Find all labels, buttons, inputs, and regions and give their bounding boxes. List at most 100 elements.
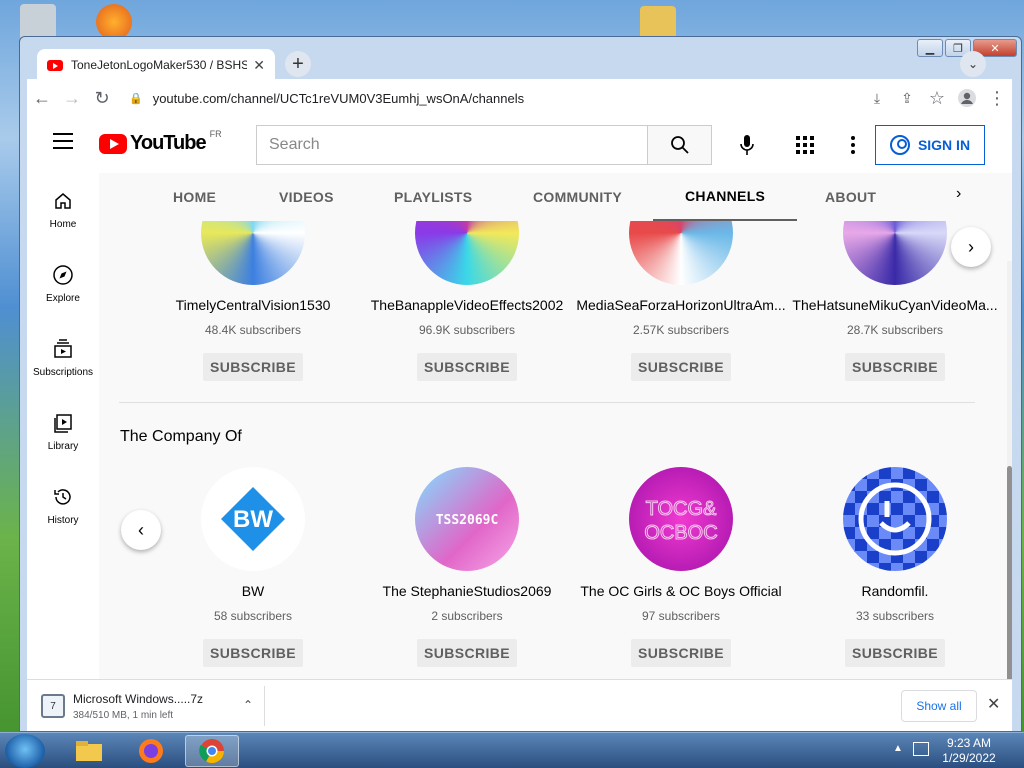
new-tab-button[interactable]: + xyxy=(285,51,311,77)
channel-name[interactable]: The OC Girls & OC Boys Official xyxy=(574,583,788,599)
shelf-title[interactable]: The Company Of xyxy=(120,428,242,446)
recycle-bin-icon[interactable] xyxy=(20,4,56,40)
address-bar[interactable]: 🔒 youtube.com/channel/UCTc1reVUM0V3Eumhj… xyxy=(125,83,854,113)
channel-avatar[interactable]: BW xyxy=(201,467,305,571)
explorer-taskbar-icon[interactable] xyxy=(62,735,116,767)
scrollbar-thumb[interactable] xyxy=(1007,466,1012,679)
clock-time: 9:23 AM xyxy=(946,736,992,750)
chrome-taskbar-icon[interactable] xyxy=(185,735,239,767)
start-button[interactable] xyxy=(5,734,45,768)
channel-subscribers: 48.4K subscribers xyxy=(204,323,302,337)
youtube-logo-icon xyxy=(99,133,127,154)
channel-name[interactable]: BW xyxy=(146,583,360,599)
channel-avatar[interactable] xyxy=(629,221,733,285)
firefox-desktop-icon[interactable] xyxy=(96,4,132,40)
subscribe-button[interactable]: SUBSCRIBE xyxy=(630,353,732,381)
channel-avatar[interactable]: TOCG& OCBOC xyxy=(629,467,733,571)
subscribe-button[interactable]: SUBSCRIBE xyxy=(844,639,946,667)
svg-text:TSS2069C: TSS2069C xyxy=(436,513,499,528)
subscribe-button[interactable]: SUBSCRIBE xyxy=(844,353,946,381)
firefox-taskbar-icon[interactable] xyxy=(124,735,178,767)
browser-window: ▁ ❐ ✕ ToneJetonLogoMaker530 / BSHS ✕ + ⌄… xyxy=(19,36,1022,732)
shelf-next-button[interactable]: › xyxy=(951,227,991,267)
channel-avatar[interactable] xyxy=(415,221,519,285)
tab-home[interactable]: HOME xyxy=(173,173,216,221)
tab-strip: ToneJetonLogoMaker530 / BSHS ✕ + ⌄ xyxy=(27,45,1012,81)
chevron-up-icon[interactable]: ⌃ xyxy=(243,698,253,712)
channel-avatar[interactable] xyxy=(843,221,947,285)
channel-card: MediaSeaForzaHorizonUltraAm... 2.57K sub… xyxy=(574,221,788,381)
sidebar-item-label: Subscriptions xyxy=(32,367,94,378)
browser-menu-icon[interactable]: ⋮ xyxy=(982,83,1012,113)
sidebar-item-explore[interactable]: Explore xyxy=(27,247,99,321)
sidebar-item-history[interactable]: History xyxy=(27,469,99,543)
subscribe-button[interactable]: SUBSCRIBE xyxy=(630,639,732,667)
reload-icon[interactable]: ↻ xyxy=(87,83,117,113)
subscribe-button[interactable]: SUBSCRIBE xyxy=(416,353,518,381)
subscribe-button[interactable]: SUBSCRIBE xyxy=(202,353,304,381)
voice-search-button[interactable] xyxy=(727,125,767,165)
tab-playlists[interactable]: PLAYLISTS xyxy=(394,173,472,221)
channel-card: TOCG& OCBOC The OC Girls & OC Boys Offici… xyxy=(574,467,788,667)
youtube-logo[interactable]: YouTube FR xyxy=(99,129,222,155)
tab-about[interactable]: ABOUT xyxy=(825,173,876,221)
microphone-icon xyxy=(740,135,754,155)
channel-name[interactable]: The StephanieStudios2069 xyxy=(360,583,574,599)
bookmark-star-icon[interactable]: ☆ xyxy=(922,83,952,113)
show-all-button[interactable]: Show all xyxy=(901,690,977,722)
share-icon[interactable]: ⇪ xyxy=(892,83,922,113)
svg-text:BW: BW xyxy=(233,506,273,533)
taskbar: ▲ 9:23 AM 1/29/2022 xyxy=(0,732,1024,768)
channel-name[interactable]: MediaSeaForzaHorizonUltraAm... xyxy=(574,297,788,313)
channel-avatar[interactable] xyxy=(843,467,947,571)
channel-name[interactable]: TimelyCentralVision1530 xyxy=(146,297,360,313)
tab-close-icon[interactable]: ✕ xyxy=(253,57,265,74)
download-item[interactable]: 7 Microsoft Windows.....7z 384/510 MB, 1… xyxy=(37,686,265,726)
search-button[interactable] xyxy=(648,125,712,165)
tab-channels[interactable]: CHANNELS xyxy=(653,173,798,221)
sign-in-button[interactable]: SIGN IN xyxy=(875,125,985,165)
search-input[interactable]: Search xyxy=(256,125,648,165)
channel-tabs: HOME VIDEOS PLAYLISTS COMMUNITY CHANNELS… xyxy=(99,173,1012,221)
network-icon[interactable] xyxy=(913,742,929,756)
tab-search-button[interactable]: ⌄ xyxy=(960,51,986,77)
lock-icon[interactable]: 🔒 xyxy=(129,92,143,105)
channel-subscribers: 96.9K subscribers xyxy=(418,323,516,337)
apps-grid-icon[interactable] xyxy=(787,127,823,163)
sidebar-item-label: Home xyxy=(49,219,77,230)
sidebar-item-label: Explore xyxy=(46,293,80,304)
channel-avatar[interactable]: TSS2069C xyxy=(415,467,519,571)
youtube-page: YouTube FR Search SIGN IN Home Explore S… xyxy=(27,117,1012,679)
settings-more-icon[interactable] xyxy=(835,127,871,163)
tab-title: ToneJetonLogoMaker530 / BSHS xyxy=(71,58,248,72)
channel-avatar[interactable] xyxy=(201,221,305,285)
history-icon xyxy=(51,485,75,509)
channel-name[interactable]: Randomfil. xyxy=(788,583,1002,599)
close-icon[interactable]: ✕ xyxy=(987,694,1000,714)
menu-icon[interactable] xyxy=(53,133,73,149)
tab-videos[interactable]: VIDEOS xyxy=(279,173,334,221)
channel-name[interactable]: TheHatsuneMikuCyanVideoMa... xyxy=(788,297,1002,313)
subscribe-button[interactable]: SUBSCRIBE xyxy=(416,639,518,667)
sidebar-item-subscriptions[interactable]: Subscriptions xyxy=(27,321,99,395)
channel-card: TheBanappleVideoEffects2002 96.9K subscr… xyxy=(360,221,574,381)
install-icon[interactable]: ⤓ xyxy=(862,83,892,113)
shelf-prev-button[interactable]: ‹ xyxy=(121,510,161,550)
back-icon[interactable]: ← xyxy=(27,83,57,113)
channel-name[interactable]: TheBanappleVideoEffects2002 xyxy=(360,297,574,313)
sidebar-item-home[interactable]: Home xyxy=(27,173,99,247)
system-clock[interactable]: 9:23 AM 1/29/2022 xyxy=(934,736,1004,766)
browser-toolbar: ← → ↻ 🔒 youtube.com/channel/UCTc1reVUM0V… xyxy=(27,79,1012,117)
subscribe-button[interactable]: SUBSCRIBE xyxy=(202,639,304,667)
page-scrollbar[interactable] xyxy=(1007,261,1012,679)
sidebar-item-library[interactable]: Library xyxy=(27,395,99,469)
browser-tab[interactable]: ToneJetonLogoMaker530 / BSHS ✕ xyxy=(37,49,275,81)
tab-community[interactable]: COMMUNITY xyxy=(533,173,622,221)
clock-date: 1/29/2022 xyxy=(942,751,996,765)
channel-subscribers: 2.57K subscribers xyxy=(632,323,730,337)
download-bar: 7 Microsoft Windows.....7z 384/510 MB, 1… xyxy=(27,679,1012,731)
forward-icon[interactable]: → xyxy=(57,83,87,113)
tabs-scroll-right-icon[interactable]: › xyxy=(956,185,961,203)
show-hidden-icons[interactable]: ▲ xyxy=(893,743,903,754)
profile-icon[interactable] xyxy=(952,83,982,113)
